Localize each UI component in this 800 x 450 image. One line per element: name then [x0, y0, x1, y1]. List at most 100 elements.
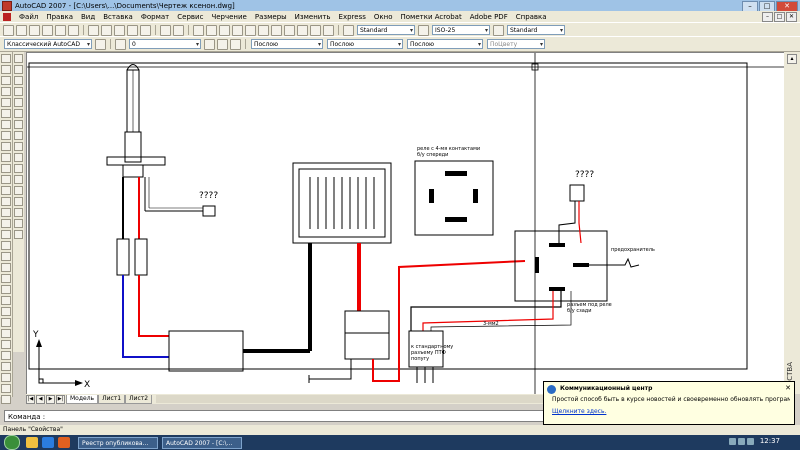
ellipse-icon[interactable]: [1, 153, 11, 162]
plotstyle-select[interactable]: ПоЦвету: [487, 39, 545, 49]
ray-icon[interactable]: [1, 384, 11, 393]
color-select[interactable]: Послою: [251, 39, 323, 49]
xref-icon[interactable]: [1, 340, 11, 349]
ole-icon[interactable]: [1, 329, 11, 338]
measure-icon[interactable]: [1, 285, 11, 294]
undo-icon[interactable]: [160, 24, 171, 36]
menu-file[interactable]: Файл: [15, 13, 42, 21]
communication-center-balloon[interactable]: Коммуникационный центр ✕ Простой способ …: [543, 381, 795, 425]
first-tab-button[interactable]: |◀: [26, 394, 35, 404]
menu-insert[interactable]: Вставка: [99, 13, 137, 21]
network-icon[interactable]: [729, 438, 736, 445]
print-icon[interactable]: [42, 24, 53, 36]
start-button[interactable]: [4, 435, 20, 450]
mirror-icon[interactable]: [14, 76, 23, 85]
rotate-icon[interactable]: [14, 120, 23, 129]
polyline-icon[interactable]: [1, 76, 11, 85]
image-icon[interactable]: [1, 318, 11, 327]
join-icon[interactable]: [14, 197, 23, 206]
design-center-icon[interactable]: [258, 24, 269, 36]
menu-view[interactable]: Вид: [77, 13, 99, 21]
tab-layout1[interactable]: Лист1: [98, 394, 126, 404]
sheet-set-icon[interactable]: [284, 24, 295, 36]
circle-icon[interactable]: [1, 120, 11, 129]
table-icon[interactable]: [1, 241, 11, 250]
workspace-settings-icon[interactable]: [95, 38, 106, 50]
menu-acrobat-markup[interactable]: Пометки Acrobat: [397, 13, 466, 21]
table-style-select[interactable]: Standard: [507, 25, 565, 35]
insert-block-icon[interactable]: [1, 175, 11, 184]
autocad-app-icon[interactable]: [2, 0, 12, 11]
field-icon[interactable]: [1, 307, 11, 316]
attribute-icon[interactable]: [1, 274, 11, 283]
layer-previous-icon[interactable]: [217, 38, 228, 50]
polygon-icon[interactable]: [1, 87, 11, 96]
spline-icon[interactable]: [1, 142, 11, 151]
erase-icon[interactable]: [14, 54, 23, 63]
menu-window[interactable]: Окно: [370, 13, 397, 21]
fillet-icon[interactable]: [14, 219, 23, 228]
move-icon[interactable]: [14, 109, 23, 118]
clock[interactable]: 12:37: [760, 437, 780, 445]
markup-icon[interactable]: [297, 24, 308, 36]
menu-tools[interactable]: Сервис: [173, 13, 207, 21]
linetype-select[interactable]: Послою: [327, 39, 403, 49]
doc-restore-button[interactable]: □: [774, 12, 785, 22]
next-tab-button[interactable]: ▶: [46, 394, 55, 404]
explode-icon[interactable]: [14, 230, 23, 239]
document-icon[interactable]: [3, 12, 11, 21]
menu-express[interactable]: Express: [335, 13, 370, 21]
construction-line-icon[interactable]: [1, 65, 11, 74]
boundary-icon[interactable]: [1, 351, 11, 360]
quickcalc-icon[interactable]: [310, 24, 321, 36]
hatch-icon[interactable]: [1, 208, 11, 217]
vertical-scrollbar[interactable]: ▴: [784, 52, 800, 394]
volume-icon[interactable]: [738, 438, 745, 445]
mtext-icon[interactable]: [1, 252, 11, 261]
copy-object-icon[interactable]: [14, 65, 23, 74]
balloon-link[interactable]: Щелкните здесь.: [552, 408, 606, 415]
explorer-icon[interactable]: [26, 437, 38, 448]
help-icon[interactable]: [323, 24, 334, 36]
revision-cloud-icon[interactable]: [1, 131, 11, 140]
offset-icon[interactable]: [14, 87, 23, 96]
trim-icon[interactable]: [14, 153, 23, 162]
stretch-icon[interactable]: [14, 142, 23, 151]
paste-icon[interactable]: [114, 24, 125, 36]
match-properties-icon[interactable]: [127, 24, 138, 36]
layer-manager-icon[interactable]: [115, 38, 126, 50]
rectangle-icon[interactable]: [1, 98, 11, 107]
ie-icon[interactable]: [42, 437, 54, 448]
drawing-svg[interactable]: ???? реле с 4-мя контактами б/у спереди …: [27, 53, 785, 395]
break-point-icon[interactable]: [14, 175, 23, 184]
zoom-realtime-icon[interactable]: [206, 24, 217, 36]
balloon-close-icon[interactable]: ✕: [785, 384, 791, 392]
divide-icon[interactable]: [1, 296, 11, 305]
print-preview-icon[interactable]: [55, 24, 66, 36]
text-icon[interactable]: [1, 263, 11, 272]
scale-icon[interactable]: [14, 131, 23, 140]
menu-help[interactable]: Справка: [512, 13, 551, 21]
menu-modify[interactable]: Изменить: [291, 13, 335, 21]
make-block-icon[interactable]: [1, 186, 11, 195]
arc-icon[interactable]: [1, 109, 11, 118]
tab-model[interactable]: Модель: [66, 394, 99, 404]
cut-icon[interactable]: [88, 24, 99, 36]
zoom-previous-icon[interactable]: [232, 24, 243, 36]
mline-icon[interactable]: [1, 395, 11, 404]
drawing-canvas[interactable]: ???? реле с 4-мя контактами б/у спереди …: [26, 52, 786, 396]
publish-icon[interactable]: [68, 24, 79, 36]
make-current-layer-icon[interactable]: [204, 38, 215, 50]
redo-icon[interactable]: [173, 24, 184, 36]
doc-close-button[interactable]: ✕: [786, 12, 797, 22]
extend-icon[interactable]: [14, 164, 23, 173]
block-editor-icon[interactable]: [140, 24, 151, 36]
line-icon[interactable]: [1, 54, 11, 63]
wipeout-icon[interactable]: [1, 362, 11, 371]
taskbar-item-autocad[interactable]: AutoCAD 2007 - [C:\...: [162, 436, 242, 449]
open-icon[interactable]: [16, 24, 27, 36]
media-player-icon[interactable]: [58, 437, 70, 448]
zoom-window-icon[interactable]: [219, 24, 230, 36]
flag-icon[interactable]: [747, 438, 754, 445]
doc-minimize-button[interactable]: –: [762, 12, 773, 22]
